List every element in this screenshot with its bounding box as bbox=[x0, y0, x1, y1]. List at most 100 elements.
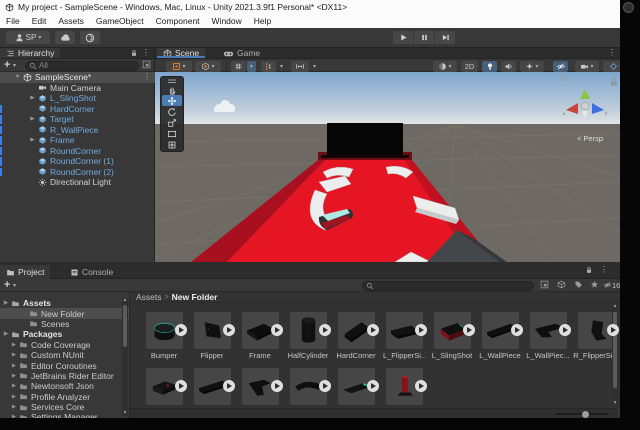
folder-row[interactable]: ▶ JetBrains Rider Editor bbox=[0, 371, 129, 381]
hierarchy-search[interactable] bbox=[25, 61, 139, 71]
prefab-expand-badge[interactable] bbox=[511, 324, 523, 336]
asset-item[interactable] bbox=[188, 368, 236, 405]
thumbnail-zoom-knob[interactable] bbox=[582, 411, 589, 418]
folder-row[interactable]: ▶ Scenes bbox=[0, 319, 129, 329]
asset-item[interactable] bbox=[140, 368, 188, 405]
hidden-count-icon[interactable] bbox=[603, 281, 612, 289]
lock-icon[interactable] bbox=[130, 49, 138, 57]
camera-settings-dropdown[interactable]: ▾ bbox=[575, 61, 599, 72]
prefab-expand-badge[interactable] bbox=[559, 324, 571, 336]
snap-increment-dropdown[interactable]: ▾ bbox=[277, 61, 286, 72]
hierarchy-row[interactable]: ▶ HardCorner bbox=[0, 104, 155, 115]
hierarchy-row[interactable]: ▶ L_SlingShot bbox=[0, 93, 155, 104]
packages-filter-icon[interactable] bbox=[557, 280, 566, 289]
breadcrumb-root[interactable]: Assets bbox=[136, 292, 162, 302]
scene-menu-kebab[interactable]: ⋮ bbox=[608, 49, 616, 57]
hierarchy-row[interactable]: ▶ RoundCorner (1) bbox=[0, 156, 155, 167]
folder-row[interactable]: ▶ Assets bbox=[0, 298, 129, 308]
breadcrumb-current[interactable]: New Folder bbox=[172, 292, 218, 302]
effects-dropdown[interactable]: ▾ bbox=[520, 61, 544, 72]
prefab-expand-badge[interactable] bbox=[415, 324, 427, 336]
prefab-expand-badge[interactable] bbox=[223, 324, 235, 336]
hierarchy-menu-kebab[interactable]: ⋮ bbox=[142, 49, 150, 57]
view-tool-button[interactable] bbox=[162, 84, 182, 95]
tab-game[interactable]: Game bbox=[217, 48, 266, 58]
prefab-expand-badge[interactable] bbox=[415, 380, 427, 392]
hierarchy-row[interactable]: ▶ R_WallPiece bbox=[0, 125, 155, 136]
prefab-expand-badge[interactable] bbox=[607, 324, 619, 336]
folder-row[interactable]: ▶ Packages bbox=[0, 329, 129, 339]
version-control-button[interactable] bbox=[80, 31, 100, 44]
asset-item[interactable]: L_WallPiec... bbox=[524, 312, 572, 360]
hierarchy-row[interactable]: ▶ Frame bbox=[0, 135, 155, 146]
asset-item[interactable] bbox=[380, 368, 428, 405]
scene-audio-button[interactable] bbox=[501, 61, 516, 72]
asset-item[interactable]: Bumper bbox=[140, 312, 188, 360]
account-dropdown[interactable]: SP ▾ bbox=[6, 31, 50, 44]
prefab-expand-badge[interactable] bbox=[367, 324, 379, 336]
hierarchy-row[interactable]: ▶ Main Camera bbox=[0, 83, 155, 94]
tool-handle-position-dropdown[interactable]: ▾ bbox=[166, 61, 192, 72]
step-button[interactable] bbox=[435, 31, 455, 44]
tab-console[interactable]: Console bbox=[64, 265, 119, 279]
asset-item[interactable]: HardCorner bbox=[332, 312, 380, 360]
asset-item[interactable]: L_SlingShot bbox=[428, 312, 476, 360]
snap-size-dropdown[interactable]: ▾ bbox=[310, 61, 319, 72]
asset-item[interactable] bbox=[332, 368, 380, 405]
folder-row[interactable]: ▶ Profile Analyzer bbox=[0, 392, 129, 402]
project-menu-kebab[interactable]: ⋮ bbox=[600, 266, 608, 274]
2d-toggle-button[interactable]: 2D bbox=[461, 61, 478, 72]
snap-size-button[interactable] bbox=[291, 61, 309, 72]
folder-row[interactable]: ▶ Code Coverage bbox=[0, 340, 129, 350]
folder-row[interactable]: ▶ Services Core bbox=[0, 402, 129, 412]
prefab-expand-badge[interactable] bbox=[271, 324, 283, 336]
prefab-expand-badge[interactable] bbox=[175, 324, 187, 336]
rect-tool-button[interactable] bbox=[162, 128, 182, 139]
tab-scene[interactable]: Scene bbox=[157, 48, 205, 58]
hierarchy-row[interactable]: ▶ Target bbox=[0, 114, 155, 125]
grid-visibility-button[interactable] bbox=[231, 61, 246, 72]
scene-visibility-button[interactable] bbox=[553, 61, 568, 72]
cloud-button[interactable] bbox=[55, 31, 75, 44]
project-lock-icon[interactable] bbox=[585, 266, 593, 274]
menu-item[interactable]: Help bbox=[248, 16, 277, 26]
folder-row[interactable]: ▶ Newtonsoft Json bbox=[0, 381, 129, 391]
prefab-expand-badge[interactable] bbox=[367, 380, 379, 392]
folder-row[interactable]: ▶ Editor Coroutines bbox=[0, 360, 129, 370]
menu-item[interactable]: Assets bbox=[52, 16, 90, 26]
menu-item[interactable]: Window bbox=[206, 16, 248, 26]
scene-viewport[interactable]: x z < Persp bbox=[155, 72, 620, 262]
grid-visibility-dropdown[interactable]: ▾ bbox=[247, 61, 256, 72]
tab-project[interactable]: Project bbox=[0, 265, 50, 279]
create-asset-button[interactable]: + bbox=[4, 280, 10, 291]
hierarchy-row-scene[interactable]: ▼ SampleScene* ⋮ bbox=[0, 72, 155, 83]
menu-item[interactable]: GameObject bbox=[90, 16, 150, 26]
tab-hierarchy[interactable]: Hierarchy bbox=[0, 48, 60, 58]
menu-item[interactable]: Edit bbox=[26, 16, 53, 26]
asset-item[interactable]: HalfCylinder bbox=[284, 312, 332, 360]
folder-tree-scrollbar[interactable]: ▲ ▼ bbox=[122, 298, 128, 416]
folder-row[interactable]: ▶ New Folder bbox=[0, 308, 129, 318]
favorites-filter-icon[interactable] bbox=[590, 280, 599, 289]
hierarchy-row[interactable]: ▶ RoundCorner bbox=[0, 146, 155, 157]
folder-row[interactable]: ▶ Custom NUnit bbox=[0, 350, 129, 360]
project-search-input[interactable] bbox=[376, 281, 530, 290]
prefab-expand-badge[interactable] bbox=[319, 380, 331, 392]
asset-grid-scrollbar[interactable]: ▲ ▼ bbox=[612, 304, 618, 406]
open-search-icon[interactable] bbox=[540, 280, 549, 289]
asset-item[interactable] bbox=[236, 368, 284, 405]
scene-lighting-button[interactable] bbox=[482, 61, 497, 72]
tool-handle-rotation-dropdown[interactable]: ▾ bbox=[195, 61, 221, 72]
asset-item[interactable]: L_WallPiece bbox=[476, 312, 524, 360]
snap-increment-button[interactable] bbox=[261, 61, 276, 72]
rotate-tool-button[interactable] bbox=[162, 106, 182, 117]
play-button[interactable] bbox=[393, 31, 413, 44]
scale-tool-button[interactable] bbox=[162, 117, 182, 128]
prefab-expand-badge[interactable] bbox=[175, 380, 187, 392]
search-window-icon[interactable] bbox=[142, 60, 151, 69]
asset-item[interactable]: L_FlipperSi.. bbox=[380, 312, 428, 360]
asset-item[interactable]: Frame bbox=[236, 312, 284, 360]
label-filter-icon[interactable] bbox=[574, 280, 583, 289]
prefab-expand-badge[interactable] bbox=[319, 324, 331, 336]
hierarchy-row[interactable]: ▶ Directional Light bbox=[0, 177, 155, 188]
